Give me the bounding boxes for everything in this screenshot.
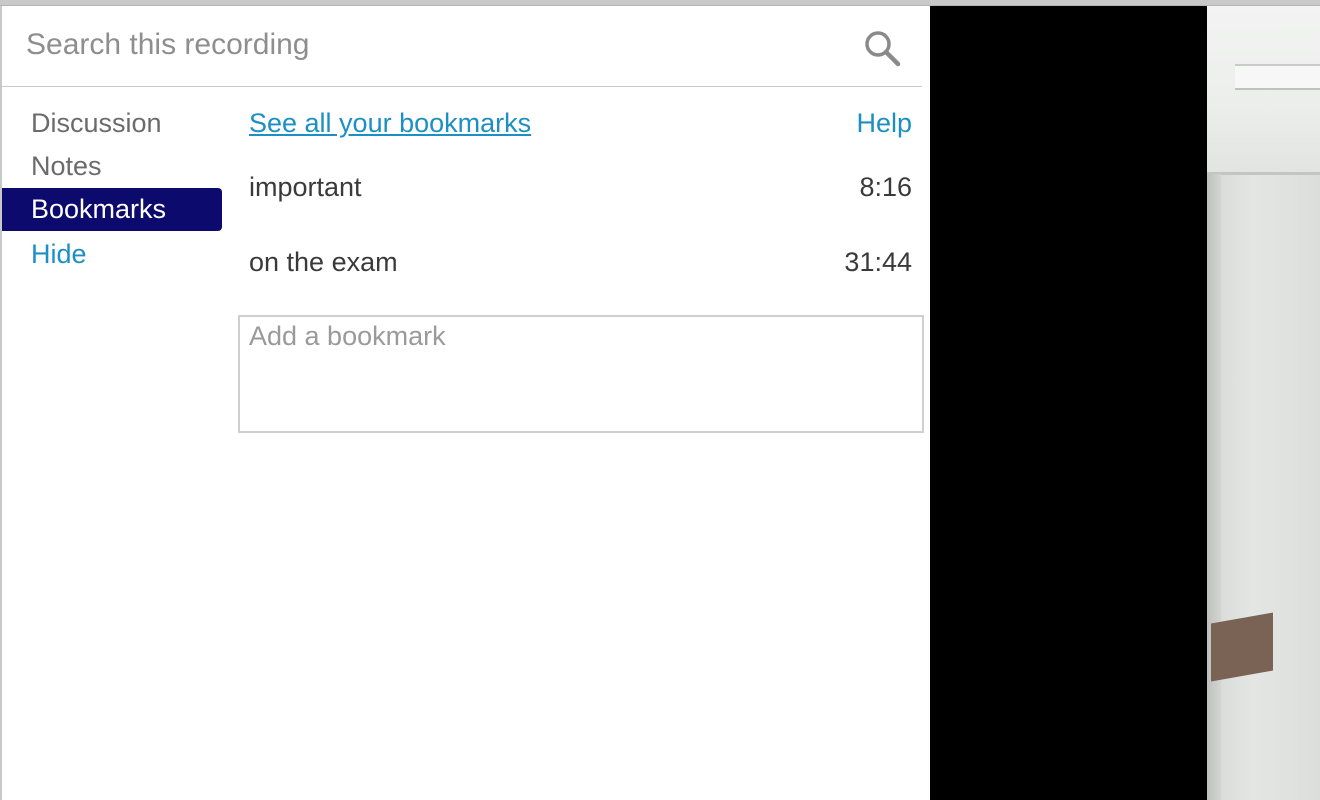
panel-nav: Discussion Notes Bookmarks Hide (2, 102, 222, 277)
bookmark-label: important (249, 172, 362, 202)
search-bar (2, 6, 922, 87)
see-all-bookmarks-link[interactable]: See all your bookmarks (249, 108, 531, 139)
nav-item-notes[interactable]: Notes (2, 145, 222, 188)
add-bookmark-input[interactable] (238, 315, 924, 433)
search-input[interactable] (26, 24, 846, 66)
nav-item-hide[interactable]: Hide (2, 231, 222, 277)
nav-item-bookmarks[interactable]: Bookmarks (2, 188, 222, 231)
bookmarks-content: See all your bookmarks Help important 8:… (249, 102, 912, 290)
video-wall-edge (1207, 174, 1221, 800)
app-root: Discussion Notes Bookmarks Hide See all … (0, 0, 1320, 800)
bookmark-label: on the exam (249, 247, 398, 277)
video-frame (1207, 6, 1320, 800)
bookmark-item[interactable]: on the exam 31:44 (249, 218, 912, 290)
video-wall (1207, 6, 1320, 174)
bookmark-timestamp[interactable]: 31:44 (844, 247, 912, 278)
search-icon[interactable] (862, 28, 902, 68)
bookmark-item[interactable]: important 8:16 (249, 146, 912, 218)
help-link[interactable]: Help (856, 108, 912, 139)
video-sign (1211, 612, 1273, 682)
nav-item-discussion[interactable]: Discussion (2, 102, 222, 145)
bookmarks-header: See all your bookmarks Help (249, 102, 912, 146)
side-panel: Discussion Notes Bookmarks Hide See all … (0, 6, 930, 800)
video-player[interactable] (930, 6, 1320, 800)
bookmark-timestamp[interactable]: 8:16 (859, 172, 912, 203)
video-ceiling-light (1235, 64, 1320, 90)
video-wall-line (1207, 172, 1320, 175)
